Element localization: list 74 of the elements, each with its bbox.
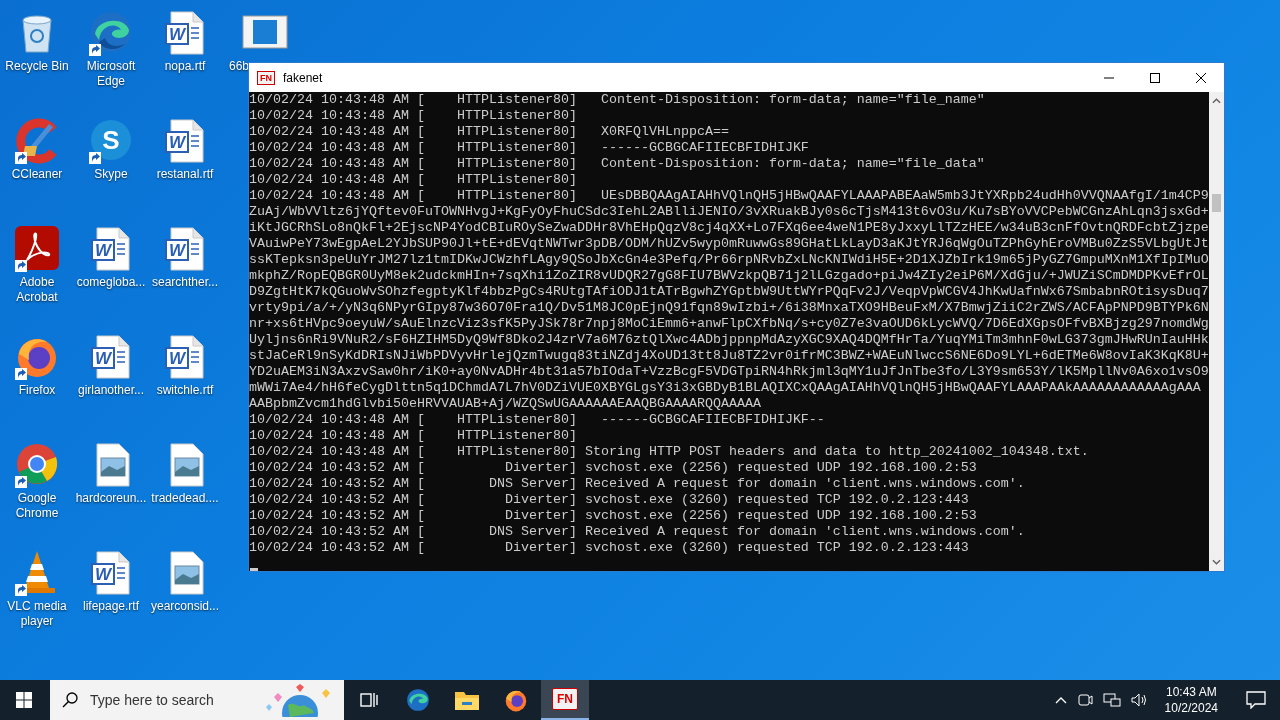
volume-icon[interactable] [1130,692,1149,708]
console-line: stJaCeRl9nSyKdDRIsNJiWbPDVyvHrlejQzmTwugq83tiNZdj4XoUD13tt8Ju8TZ2vr0ifrMC3BWZ+WAEuNlwccS6NE6Do9LYL+6dETMe6W8ovIaK3KqK8U+ [249,348,1209,364]
console-line: 10/02/24 10:43:48 AM [ HTTPListener80] [249,108,578,124]
icon-label: hardcoreun... [75,491,147,506]
console-line: 10/02/24 10:43:52 AM [ Diverter] svchost.exe (3260) requested TCP 192.0.2.123:443 [249,540,970,556]
icon-label: Google Chrome [14,491,60,521]
icon-label: 66b [229,59,250,74]
console-line: ZuAj/WbVVltz6jYQftev0FuTOWNHvgJ+KgFyOyFhuCSdc3IehL2ABlliJENIO/3vXRuakBJy0s6cTjsM413t6vO3u/Ku7sBYoVVCPebWCGnzAhLqn3jsxGd+ [249,204,1209,220]
console-line: nr+xs6tHVpc9oeyuW/sAuElnzcViz3sfK5PyJSk78r7npj8MoCiEmm6+anwFlpCXfbNq/s+cy0Z7e3vaOUD6kLycWVQ/7D6EdXGpsOFfvBXBjzg297nomdWg [249,316,1209,332]
pdf-icon[interactable] [13,224,61,272]
scroll-up-icon[interactable] [1212,98,1221,104]
console-line: 10/02/24 10:43:48 AM [ HTTPListener80] Content-Disposition: form-data; name="file_data" [249,156,986,172]
icon-label: searchther... [151,275,218,290]
windows-logo-icon [16,692,32,708]
icon-label: switchle.rtf [156,383,214,398]
console-line: 10/02/24 10:43:48 AM [ HTTPListener80] Storing HTTP POST headers and data to http_20241002_104348.txt. [249,444,1090,460]
window-title: fakenet [283,70,323,85]
network-icon[interactable] [1102,692,1121,708]
console-line: 10/02/24 10:43:48 AM [ HTTPListener80] [249,428,578,444]
icon-label: Firefox [18,383,56,398]
clock-date: 10/2/2024 [1164,700,1218,716]
app-icon: FN [257,70,275,85]
icon-label: tradedead.... [151,491,219,506]
search-bar[interactable]: Type here to search [50,680,344,720]
taskbar-button[interactable]: FN [541,680,589,720]
console-line: 10/02/24 10:43:48 AM [ HTTPListener80] UEsDBBQAAgAIAHhVQlnQH5jHBwQAAFYLAAAPABEAaW5mb3JtYXRpb24udHh0VVQNAAfgI/1m4CP9 [249,188,1209,204]
icon-label: nopa.rtf [164,59,206,74]
icon-label: VLC media player [6,599,68,629]
icon-label: Microsoft Edge [85,59,137,89]
console-line: 10/02/24 10:43:48 AM [ HTTPListener80] Content-Disposition: form-data; name="file_name" [249,92,986,108]
clock[interactable]: 10:43 AM 10/2/2024 [1158,684,1224,716]
console-line: 10/02/24 10:43:48 AM [ HTTPListener80] [249,172,578,188]
console-line: VAuiwPeY73wEgpAeL2YJbSUP90Jl+tE+dEVqtNWTwr3pDB/ODM/hUZv5wyp0mRuwwGs89GHatLkLayD3aKJtYRJ6qWgOuTZPhGyhEroVMBu0ZzS5VLbgUtJt [249,236,1209,252]
camera-icon[interactable] [1076,692,1093,708]
console-line: 10/02/24 10:43:48 AM [ HTTPListener80] ------GCBGCAFIIECBFIDHIJKF [249,140,810,156]
search-field[interactable]: Type here to search [88,691,252,709]
icon-label: lifepage.rtf [82,599,139,614]
console-line: AABpbmZvcm1hdGlvbi50eHRVVAUAB+Aj/WZQSwUGAAAAAAEAAQBGAAAARQQAAAAA [249,396,762,412]
chevron-up-icon[interactable] [1054,696,1067,704]
console-line: YD2uAEM3iN3AxzvSaw0hr/iK0+ay0NvADHr4bt31a57bIOdaT+VzzBcgF5VDGTpiRN4hRkjml3qMY1uJfJnTbe3fo/L3Y9sm653Y/lK5MpllNv0A6xo1vsO9 [249,364,1209,380]
console-line: D9ZgtHtK7kQGuoWvSOhzfegptyKlf4bbzPgCs4RUtgTAfiODJ1tATrBgwhZYGptbW9UttWYrPQqFv2J/VeqpVpWCGV4JhKwUafnWx67SmbabnROtisysDuq7 [249,284,1209,300]
scrollbar[interactable] [1209,92,1224,571]
console-line: 10/02/24 10:43:52 AM [ DNS Server] Received A request for domain 'client.wns.windows.com'. [249,524,1026,540]
icon-label: comegloba... [76,275,146,290]
console-line: 10/02/24 10:43:52 AM [ Diverter] svchost.exe (3260) requested TCP 192.0.2.123:443 [249,492,970,508]
icon-label: CCleaner [11,167,63,182]
console-line: 10/02/24 10:43:52 AM [ DNS Server] Received A request for domain 'client.wns.windows.com'. [249,476,1026,492]
swirl-icon [405,687,431,713]
console-line: 10/02/24 10:43:48 AM [ HTTPListener80] ------GCBGCAFIIECBFIDHIJKF-- [249,412,826,428]
icon-label: restanal.rtf [156,167,214,182]
folder-icon [454,689,480,711]
icon-label: yearconsid... [150,599,219,614]
console-line: mkphZ/RopEQBGR0UyM8ek2udckmHIn+7sqXhi1ZoZIR8vUDQR27gG8FIU7BWVzkpQB71j2lLGzgado+piJw4ZIy2eiP6M/XdGju/+JWUZiSCmDMDPKvEfrOL [249,268,1209,284]
console-line: 10/02/24 10:43:48 AM [ HTTPListener80] X0RFQlVHLnppcA== [249,124,730,140]
icon-label: Skype [94,167,128,182]
search-icon [62,692,78,708]
scroll-thumb[interactable] [1212,194,1221,212]
console-line: Uyljns6nRi9VNuR2/sF6HZIHM5DyQ9Wf8Dko2J4zrV7a6M76ztQlXwc4ADbjppnpMdAzyXGC9XAQ4DQMfHrTa/YuqYMiTm3mhnF0wLG373gmJHwRUnIauHHk [249,332,1209,348]
console-line: vrty9pi/a/+/yN3q6NPyrGIpy87w36O70Fra1Q/Dv51M8JC0pEjnQ91fqn89wIzbi+/6i38MnxaTXO9HBeuFxM/X7BmwjZiiC2rZWS/ACFApPNPD9BTYPk6N [249,300,1209,316]
clock-time: 10:43 AM [1165,684,1217,700]
close-icon [1196,72,1206,83]
console-line: 10/02/24 10:43:52 AM [ Diverter] svchost.exe (2256) requested UDP 192.168.100.2:53 [249,460,978,476]
console-line: 10/02/24 10:43:52 AM [ Diverter] svchost.exe (2256) requested UDP 192.168.100.2:53 [249,508,978,524]
icon-label: girlanother... [77,383,144,398]
console-line: iKtJGCRhSLo8nQkFl+2EjscNP4YodCBIuROySeZwaDDHr8VhEHpQqzV8cj4qXX+Lo7FXq6ee4weN1PE8yJxxyLlTZzHEE/w34uB3cnFfOvtnQRDFcbtZjzpe [249,220,1209,236]
icon-label: Recycle Bin [5,59,69,74]
scroll-down-icon[interactable] [1212,559,1221,565]
console-line: mWWi7Ae4/hH6feCygDlttn5q1DChmdA7L7hV0DZiVUE0XBYGLgsY3i3xGBDyB1BLAQIXCxQAAgAIAHhVQlnQH5jHBwQAAFYLAAAPAAkAAAAAAAAAAAAgAAA [249,380,1202,396]
icon-label: Adobe Acrobat [15,275,59,305]
notifications-icon[interactable] [1246,691,1266,709]
task-view-icon [359,690,379,710]
console-line: ssKTepksn3peUuYrJM27lz1tmIDKwJCWzhfLAgy9QSoJbXcGn4e3Pefq/Pr66rpNRvbZxLNcKNIWdiH5E+2D1XJZbIrk19m65jPyGZ7GmpuMXnM1XfIpIMuO [249,252,1209,268]
text-cursor [250,568,258,571]
maximize-icon [1150,72,1160,83]
